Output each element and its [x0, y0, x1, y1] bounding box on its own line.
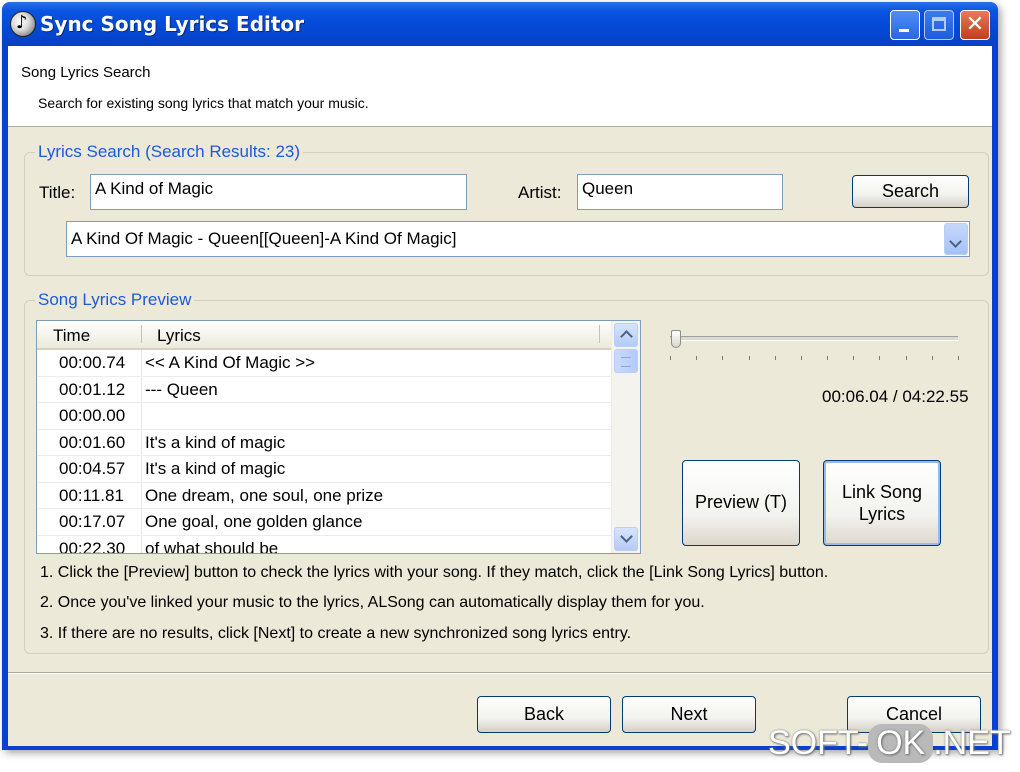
slider-tick: [800, 356, 802, 360]
close-button[interactable]: ✕: [960, 10, 990, 40]
row-lyrics: It's a kind of magic: [145, 459, 286, 478]
title-input[interactable]: A Kind of Magic: [90, 174, 467, 210]
table-row[interactable]: 00:01.12 --- Queen: [37, 376, 611, 404]
row-lyrics: << A Kind Of Magic >>: [145, 353, 316, 372]
next-button-label: Next: [670, 704, 708, 724]
table-row[interactable]: 00:01.60 It's a kind of magic: [37, 429, 611, 457]
scroll-up-icon[interactable]: [614, 323, 638, 347]
minimize-button[interactable]: [890, 10, 920, 40]
cancel-button-label: Cancel: [885, 704, 943, 724]
row-time: 00:00.00: [59, 406, 126, 425]
watermark-left: SOFT-: [768, 724, 869, 762]
search-results-select[interactable]: A Kind Of Magic - Queen[[Queen]-A Kind O…: [66, 221, 970, 257]
instruction-2: 2. Once you've linked your music to the …: [40, 594, 705, 611]
row-time: 00:04.57: [59, 459, 126, 478]
page-title: Song Lyrics Search: [21, 64, 151, 81]
slider-tick: [722, 356, 724, 360]
maximize-button[interactable]: [924, 10, 954, 40]
playback-slider-track[interactable]: [670, 336, 958, 341]
app-icon: [10, 11, 36, 37]
slider-tick: [958, 356, 959, 360]
column-header-time[interactable]: Time: [53, 326, 90, 346]
table-row[interactable]: 00:04.57 It's a kind of magic: [37, 456, 611, 483]
column-divider[interactable]: [141, 325, 142, 343]
close-icon: ✕: [965, 12, 985, 37]
row-lyrics: of what should be: [145, 538, 279, 554]
playback-time: 00:06.04 / 04:22.55: [822, 387, 969, 406]
watermark-mid: OK: [868, 724, 934, 763]
artist-input[interactable]: Queen: [577, 174, 783, 210]
slider-tick: [931, 356, 933, 360]
link-button-label: Link Song Lyrics: [841, 482, 923, 524]
artist-label: Artist:: [518, 183, 562, 202]
vertical-scrollbar[interactable]: [611, 321, 640, 553]
row-time: 00:00.74: [59, 353, 126, 372]
preview-button-label: Preview (T): [694, 492, 787, 512]
table-row[interactable]: 00:17.07 One goal, one golden glance: [37, 509, 611, 536]
lyrics-preview-group-label: Song Lyrics Preview: [35, 290, 195, 310]
window-title: Sync Song Lyrics Editor: [40, 12, 305, 36]
column-header-lyrics[interactable]: Lyrics: [157, 326, 201, 346]
table-row[interactable]: 00:00.00: [37, 403, 611, 430]
instruction-1: 1. Click the [Preview] button to check t…: [40, 564, 829, 581]
row-lyrics: It's a kind of magic: [145, 432, 286, 452]
scrollbar-thumb[interactable]: [614, 349, 638, 373]
row-time: 00:01.60: [59, 432, 126, 452]
wizard-header: Song Lyrics Search Search for existing s…: [8, 46, 992, 127]
column-divider[interactable]: [599, 325, 600, 343]
preview-button[interactable]: Preview (T): [682, 460, 800, 546]
scroll-down-icon[interactable]: [614, 527, 638, 551]
table-row[interactable]: 00:22.30 of what should be: [37, 535, 611, 554]
back-button[interactable]: Back: [477, 696, 611, 733]
maximize-icon: [932, 17, 946, 31]
slider-tick: [748, 356, 750, 360]
slider-tick: [879, 356, 881, 360]
slider-tick: [774, 356, 776, 360]
table-row[interactable]: 00:00.74 << A Kind Of Magic >>: [37, 350, 611, 377]
lyrics-search-group: Lyrics Search (Search Results: 23): [24, 142, 989, 276]
lyrics-list[interactable]: Time Lyrics 00:00.74 << A Kind Of Magic …: [36, 320, 641, 554]
title-label: Title:: [39, 183, 76, 202]
row-time: 00:22.30: [59, 538, 126, 554]
link-song-lyrics-button[interactable]: Link Song Lyrics: [823, 460, 941, 546]
instruction-3: 3. If there are no results, click [Next]…: [40, 625, 632, 642]
row-lyrics: One dream, one soul, one prize: [145, 485, 384, 505]
table-row[interactable]: 00:11.81 One dream, one soul, one prize: [37, 482, 611, 510]
row-time: 00:17.07: [59, 512, 126, 531]
footer-divider: [8, 672, 992, 674]
watermark-right: .NET: [933, 724, 1011, 762]
search-button[interactable]: Search: [852, 175, 969, 208]
row-lyrics: --- Queen: [145, 379, 218, 399]
dialog-window: Sync Song Lyrics Editor ✕ Song Lyrics Se…: [2, 2, 998, 750]
slider-tick: [670, 356, 671, 360]
playback-slider-thumb[interactable]: [670, 330, 681, 348]
row-time: 00:01.12: [59, 379, 126, 399]
watermark: SOFT- OK .NET: [768, 724, 1011, 772]
list-header: Time Lyrics: [37, 321, 611, 350]
slider-tick: [905, 356, 907, 360]
minimize-icon: [899, 29, 909, 32]
lyrics-search-group-label: Lyrics Search (Search Results: 23): [35, 142, 304, 162]
slider-tick: [696, 356, 698, 360]
dialog-client: Song Lyrics Search Search for existing s…: [8, 46, 992, 746]
title-bar[interactable]: Sync Song Lyrics Editor ✕: [2, 2, 998, 46]
slider-tick: [827, 356, 829, 360]
slider-tick: [853, 356, 855, 360]
chevron-down-icon[interactable]: [944, 223, 968, 255]
next-button[interactable]: Next: [622, 696, 756, 733]
row-time: 00:11.81: [59, 485, 124, 505]
selected-result: A Kind Of Magic - Queen[[Queen]-A Kind O…: [71, 229, 457, 248]
row-lyrics: One goal, one golden glance: [145, 512, 363, 531]
page-subtitle: Search for existing song lyrics that mat…: [38, 95, 369, 111]
back-button-label: Back: [523, 704, 565, 724]
